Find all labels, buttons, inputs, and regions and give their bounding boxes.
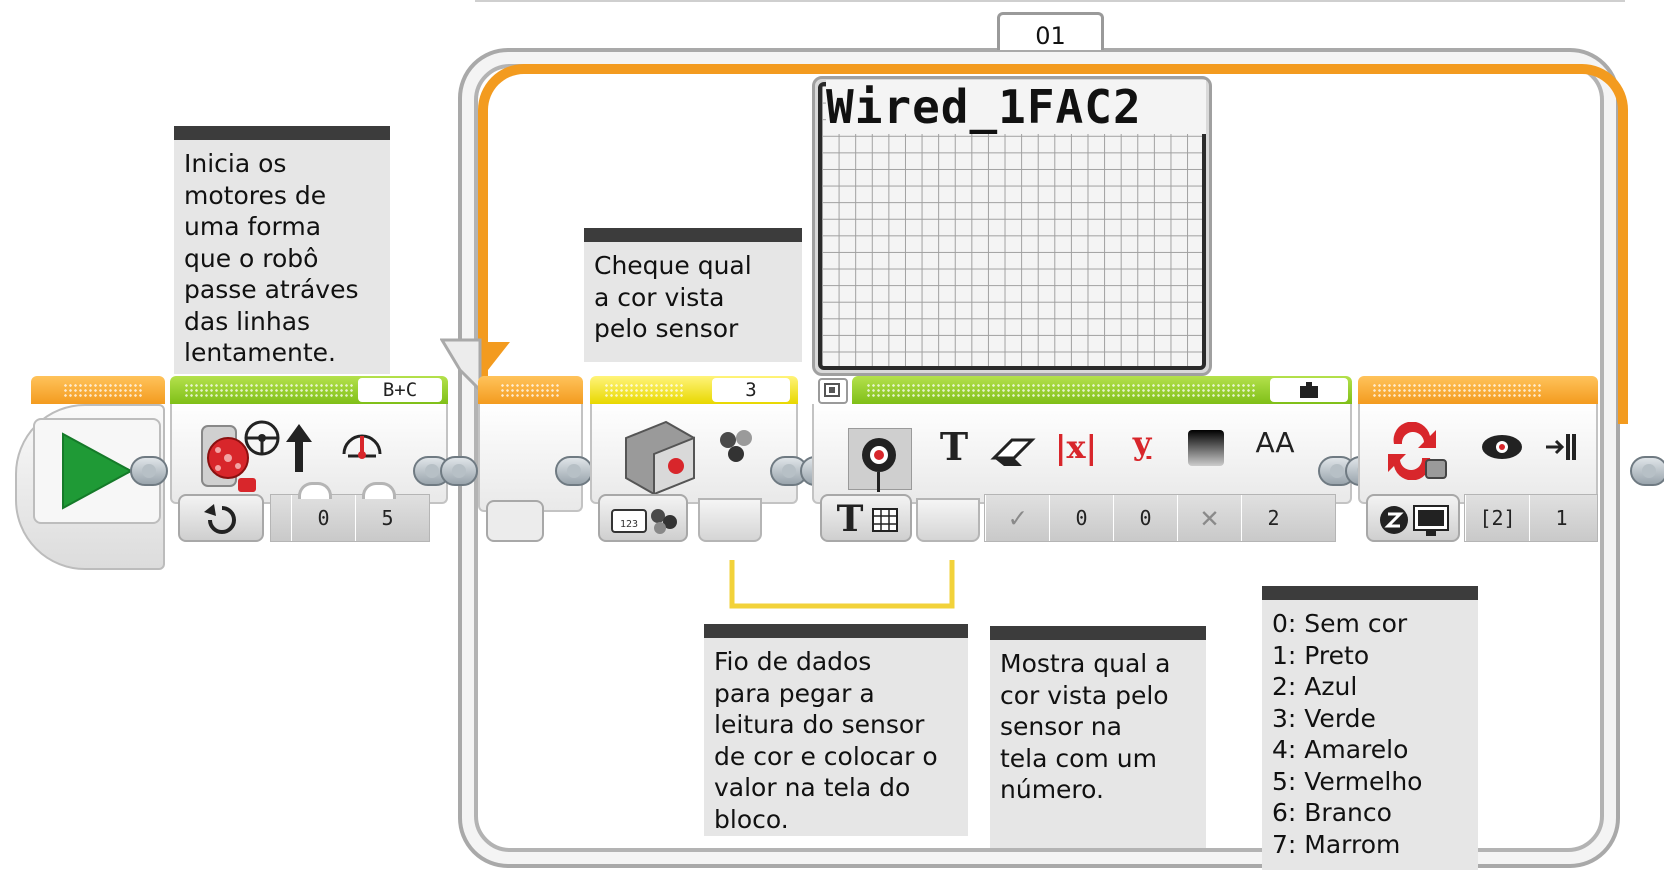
- check-icon[interactable]: ✓: [985, 495, 1049, 541]
- bluetooth-mode-selector[interactable]: [1366, 494, 1460, 542]
- bluetooth-brick-icon: [1380, 505, 1449, 536]
- steering-icon: [244, 420, 280, 456]
- preview-icon: [824, 383, 840, 397]
- text-grid-mode-icon: T: [836, 498, 864, 540]
- motor-ports-label[interactable]: B+C: [358, 378, 442, 402]
- preview-toggle-button[interactable]: [818, 378, 848, 404]
- motor-power-value[interactable]: 5: [355, 495, 419, 541]
- speed-gauge-icon: [342, 434, 382, 459]
- comment-color-legend[interactable]: 0: Sem cor 1: Preto 2: Azul 3: Verde 4: …: [1262, 586, 1478, 870]
- display-preview-text: Wired_1FAC2: [826, 80, 1206, 134]
- start-block-header: [31, 376, 165, 404]
- sensor-port-label[interactable]: 3: [712, 378, 790, 402]
- brick-port-icon: [1300, 382, 1318, 398]
- loop-start-header: [478, 376, 583, 404]
- color-dots-icon: [720, 430, 752, 462]
- move-steering-block[interactable]: B+C 0 5: [170, 376, 448, 570]
- sensor-output-port[interactable]: [698, 498, 762, 542]
- color-sensor-block[interactable]: 3 123: [590, 376, 798, 570]
- bluetooth-id-value[interactable]: [2]: [1465, 495, 1529, 541]
- param-hook: [362, 482, 396, 499]
- text-icon: T: [939, 424, 969, 469]
- play-icon[interactable]: [53, 428, 137, 514]
- param-hook: [298, 482, 332, 499]
- brick-port-tag[interactable]: [1270, 378, 1348, 402]
- bluetooth-params-bar: [2] 1: [1464, 494, 1598, 542]
- font-size-icon: AA: [1255, 426, 1295, 459]
- cancel-x-icon[interactable]: ✕: [1177, 495, 1241, 541]
- grid-icon: [872, 508, 898, 532]
- display-x-value[interactable]: 0: [1049, 495, 1113, 541]
- color-sensor-mode-icon: 123: [611, 509, 677, 534]
- bluetooth-swap-icon: [1388, 422, 1447, 480]
- sequence-plug[interactable]: [130, 456, 168, 486]
- color-invert-icon: [1188, 430, 1224, 466]
- display-font-value[interactable]: 2: [1241, 495, 1305, 541]
- bluetooth-number-value[interactable]: 1: [1529, 495, 1593, 541]
- comment-display[interactable]: Mostra qual a cor vista pelo sensor na t…: [990, 626, 1206, 848]
- eraser-icon: [990, 438, 1036, 466]
- comment-wire[interactable]: Fio de dados para pegar a leitura do sen…: [704, 624, 968, 836]
- sensor-mode-selector[interactable]: 123: [598, 494, 688, 542]
- display-y-value[interactable]: 0: [1113, 495, 1177, 541]
- loop-mode-selector[interactable]: [486, 500, 544, 542]
- x-coordinate-icon: |x|: [1054, 428, 1098, 466]
- motor-steering-value[interactable]: 0: [291, 495, 355, 541]
- comment-motor[interactable]: Inicia os motores de uma forma que o rob…: [174, 126, 390, 374]
- motor-params-bar: 0 5: [270, 494, 430, 542]
- eye-mode-icon: [862, 438, 896, 472]
- motor-mode-selector[interactable]: [178, 494, 264, 542]
- display-mode-selector[interactable]: T: [820, 494, 912, 542]
- bluetooth-connection-block[interactable]: [2] 1: [1358, 376, 1598, 570]
- display-params-bar: ✓ 0 0 ✕ 2: [984, 494, 1336, 542]
- connection-icon: [1482, 435, 1522, 459]
- rotate-icon: [204, 504, 236, 534]
- sequence-plug[interactable]: [440, 456, 478, 486]
- arrow-up-icon: [286, 424, 312, 472]
- y-coordinate-icon: y: [1132, 424, 1152, 462]
- loop-name-label[interactable]: 01: [997, 12, 1104, 50]
- comment-sensor[interactable]: Cheque qual a cor vista pelo sensor: [584, 228, 802, 362]
- display-text-input[interactable]: [916, 498, 980, 542]
- wire-socket: [877, 472, 880, 492]
- bluetooth-block-header: [1358, 376, 1598, 404]
- display-block[interactable]: T |x| y AA T ✓ 0 0 ✕ 2: [812, 376, 1352, 570]
- svg-text:123: 123: [620, 519, 638, 530]
- input-arrow-icon: [1546, 434, 1576, 460]
- sequence-plug[interactable]: [555, 456, 593, 486]
- color-sensor-icon: [625, 420, 695, 496]
- sequence-plug[interactable]: [1630, 456, 1664, 486]
- canvas-top-rule: [475, 0, 1625, 2]
